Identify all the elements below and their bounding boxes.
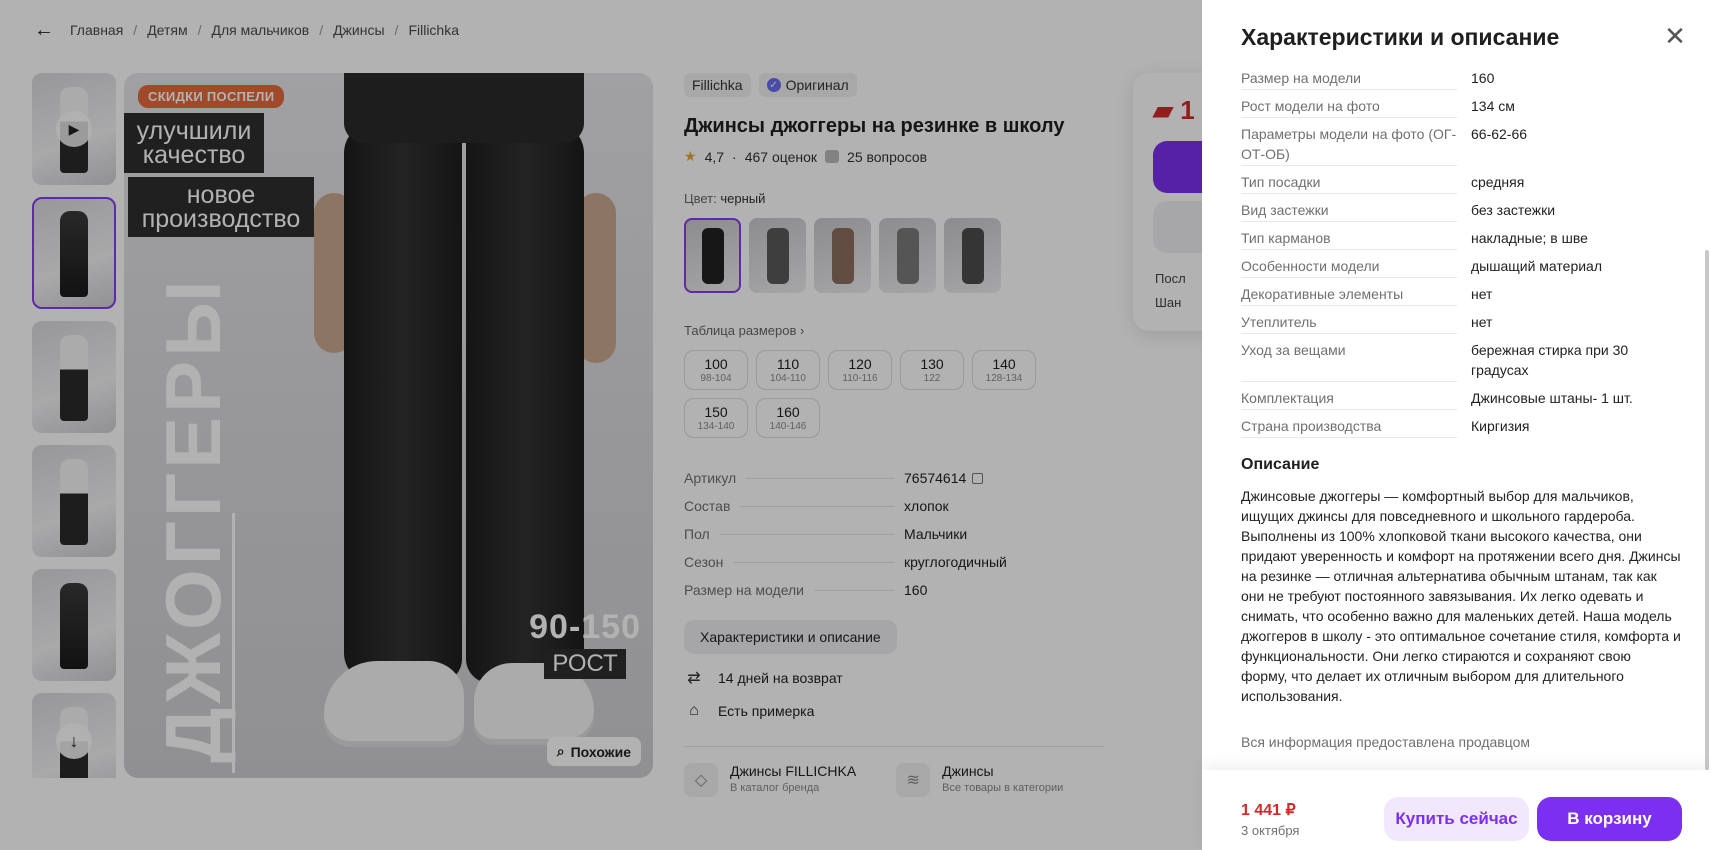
characteristic-row: Тип карманов накладные; в шве xyxy=(1241,224,1681,252)
characteristic-row: Комплектация Джинсовые штаны- 1 шт. xyxy=(1241,384,1681,412)
characteristic-key: Утеплитель xyxy=(1241,312,1471,334)
characteristic-value: дышащий материал xyxy=(1471,258,1603,274)
characteristic-value: накладные; в шве xyxy=(1471,230,1588,246)
characteristic-row: Особенности модели дышащий материал xyxy=(1241,252,1681,280)
characteristic-key: Особенности модели xyxy=(1241,256,1471,278)
characteristic-row: Вид застежки без застежки xyxy=(1241,196,1681,224)
characteristic-key: Вид застежки xyxy=(1241,200,1471,222)
characteristic-row: Декоративные элементы нет xyxy=(1241,280,1681,308)
description-text: Джинсовые джоггеры — комфортный выбор дл… xyxy=(1241,488,1681,704)
close-icon[interactable]: ✕ xyxy=(1661,22,1689,50)
characteristic-value: бережная стирка при 30 градусах xyxy=(1471,342,1629,378)
characteristic-key: Комплектация xyxy=(1241,388,1471,410)
characteristic-key: Параметры модели на фото (ОГ-ОТ-ОБ) xyxy=(1241,124,1471,166)
characteristic-row: Страна производства Киргизия xyxy=(1241,412,1681,440)
characteristic-key: Тип карманов xyxy=(1241,228,1471,250)
description-heading: Описание xyxy=(1241,456,1320,473)
drawer-footer: 1 441 ₽ 3 октября Купить сейчас В корзин… xyxy=(1202,770,1711,850)
characteristic-key: Страна производства xyxy=(1241,416,1471,438)
characteristic-value: без застежки xyxy=(1471,202,1556,218)
add-to-cart-button[interactable]: В корзину xyxy=(1537,797,1682,841)
characteristic-value: Джинсовые штаны- 1 шт. xyxy=(1471,390,1633,406)
characteristic-key: Рост модели на фото xyxy=(1241,96,1471,118)
characteristic-value: средняя xyxy=(1471,174,1525,190)
delivery-date: 3 октября xyxy=(1241,823,1300,838)
drawer-title: Характеристики и описание xyxy=(1241,24,1560,50)
characteristic-value: нет xyxy=(1471,314,1493,330)
characteristic-row: Параметры модели на фото (ОГ-ОТ-ОБ) 66-62… xyxy=(1241,120,1681,168)
seller-note: Вся информация предоставлена продавцом xyxy=(1241,734,1531,750)
characteristic-value: 160 xyxy=(1471,70,1495,86)
scrollbar[interactable] xyxy=(1705,250,1709,770)
characteristic-value: Киргизия xyxy=(1471,418,1530,434)
characteristics-drawer: Характеристики и описание ✕ Размер на мо… xyxy=(1202,0,1711,850)
buy-now-button[interactable]: Купить сейчас xyxy=(1384,797,1529,841)
characteristic-value: 134 см xyxy=(1471,98,1515,114)
characteristic-value: нет xyxy=(1471,286,1493,302)
characteristic-row: Размер на модели 160 xyxy=(1241,64,1681,92)
characteristic-key: Уход за вещами xyxy=(1241,340,1471,382)
characteristic-value: 66-62-66 xyxy=(1471,126,1528,142)
characteristic-row: Утеплитель нет xyxy=(1241,308,1681,336)
characteristic-key: Тип посадки xyxy=(1241,172,1471,194)
characteristic-row: Уход за вещами бережная стирка при 30 гра… xyxy=(1241,336,1681,384)
drawer-content[interactable]: Размер на модели 160 Рост модели на фото 13… xyxy=(1241,64,1681,769)
characteristic-row: Рост модели на фото 134 см xyxy=(1241,92,1681,120)
characteristic-key: Декоративные элементы xyxy=(1241,284,1471,306)
characteristic-key: Размер на модели xyxy=(1241,68,1471,90)
characteristics-list: Размер на модели 160 Рост модели на фото 13… xyxy=(1241,64,1681,440)
footer-price: 1 441 ₽ xyxy=(1241,802,1296,819)
characteristic-row: Тип посадки средняя xyxy=(1241,168,1681,196)
